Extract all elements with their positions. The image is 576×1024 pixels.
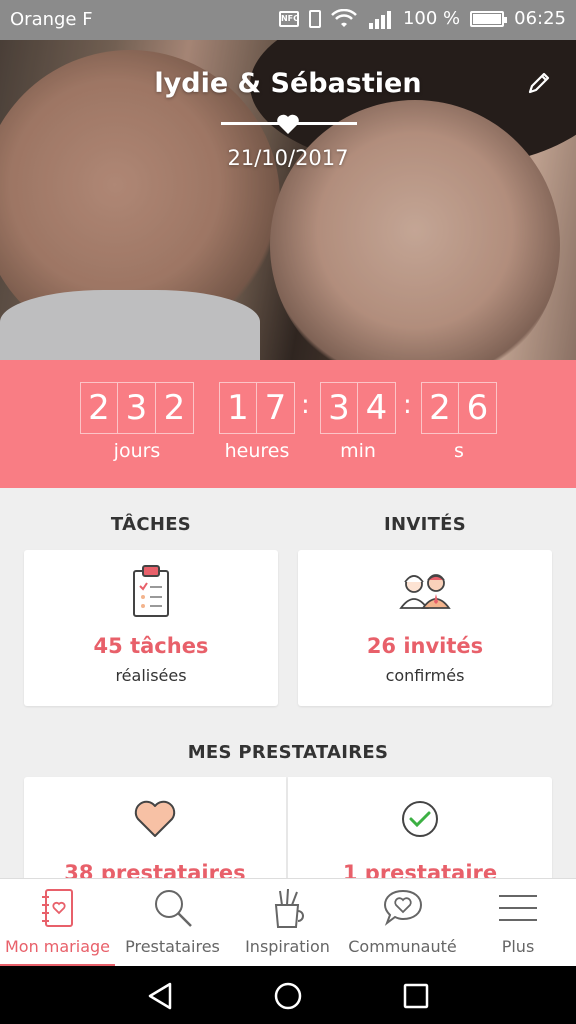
countdown-days: 2 3 2 bbox=[80, 382, 194, 434]
tab-prestataires[interactable]: Prestataires bbox=[115, 879, 230, 967]
tab-label: Prestataires bbox=[125, 937, 220, 956]
home-icon[interactable] bbox=[272, 980, 304, 1012]
system-nav-bar bbox=[0, 966, 576, 1024]
guests-count: 26 invités bbox=[366, 634, 484, 658]
vendors-booked-card[interactable]: 1 prestataire bbox=[288, 777, 552, 878]
countdown-separator: : bbox=[301, 390, 310, 420]
chat-heart-icon bbox=[383, 889, 422, 926]
guests-icon bbox=[399, 574, 451, 609]
tab-label: Plus bbox=[501, 937, 535, 956]
recents-icon[interactable] bbox=[400, 980, 432, 1012]
vendors-title: MES PRESTATAIRES bbox=[187, 742, 389, 763]
vibrate-icon bbox=[308, 9, 321, 28]
wifi-icon bbox=[331, 8, 357, 27]
guests-sub: confirmés bbox=[385, 666, 465, 685]
tab-communaute[interactable]: Communauté bbox=[345, 879, 460, 967]
battery-icon bbox=[470, 10, 508, 27]
wedding-date: 21/10/2017 bbox=[227, 146, 349, 170]
countdown-digit: 4 bbox=[358, 382, 396, 434]
pencil-cup-icon bbox=[274, 888, 304, 928]
edit-icon[interactable] bbox=[524, 68, 554, 98]
vendors-booked-count: 1 prestataire bbox=[342, 861, 498, 878]
countdown-digit: 2 bbox=[421, 382, 459, 434]
vendors-saved-card[interactable]: 38 prestataires bbox=[24, 777, 286, 878]
countdown-label-days: jours bbox=[113, 440, 161, 462]
tab-label: Inspiration bbox=[245, 937, 330, 956]
countdown-label-minutes: min bbox=[340, 440, 376, 462]
tasks-title: TÂCHES bbox=[110, 514, 192, 535]
couple-photo-header: lydie & Sébastien 21/10/2017 bbox=[0, 40, 576, 360]
check-circle-icon bbox=[402, 801, 438, 837]
wedding-countdown: 2 3 2 1 7 : 3 4 : 2 6 jours heures min s bbox=[0, 360, 576, 488]
tasks-sub: réalisées bbox=[115, 666, 187, 685]
countdown-digit: 1 bbox=[219, 382, 257, 434]
signal-icon bbox=[368, 10, 391, 29]
dashboard-content: TÂCHES INVITÉS 45 tâches réalisées 26 in… bbox=[0, 488, 576, 878]
countdown-hours: 1 7 bbox=[219, 382, 295, 434]
countdown-label-hours: heures bbox=[224, 440, 290, 462]
guests-card[interactable]: 26 invités confirmés bbox=[298, 550, 552, 706]
search-icon bbox=[154, 890, 192, 927]
back-icon[interactable] bbox=[144, 980, 176, 1012]
carrier-name: Orange F bbox=[10, 9, 93, 30]
guests-title: INVITÉS bbox=[383, 514, 467, 535]
battery-percent: 100 % bbox=[402, 8, 461, 29]
heart-outline-icon bbox=[134, 800, 176, 837]
tab-inspiration[interactable]: Inspiration bbox=[230, 879, 345, 967]
tab-label: Mon mariage bbox=[4, 937, 111, 956]
heart-icon bbox=[277, 114, 299, 134]
vendors-saved-count: 38 prestataires bbox=[64, 861, 246, 878]
countdown-separator: : bbox=[403, 390, 412, 420]
tab-mon-mariage[interactable]: Mon mariage bbox=[0, 879, 115, 967]
notebook-icon bbox=[41, 889, 73, 927]
countdown-seconds: 2 6 bbox=[421, 382, 497, 434]
menu-icon bbox=[499, 895, 537, 921]
countdown-label-seconds: s bbox=[454, 440, 464, 462]
tab-label: Communauté bbox=[348, 937, 457, 956]
countdown-digit: 7 bbox=[257, 382, 295, 434]
clock: 06:25 bbox=[514, 8, 566, 29]
tab-plus[interactable]: Plus bbox=[460, 879, 576, 967]
countdown-digit: 3 bbox=[118, 382, 156, 434]
couple-name: lydie & Sébastien bbox=[154, 68, 422, 99]
countdown-minutes: 3 4 bbox=[320, 382, 396, 434]
bottom-tab-bar: Mon mariage Prestataires Inspiration Com… bbox=[0, 878, 576, 967]
countdown-digit: 6 bbox=[459, 382, 497, 434]
countdown-digit: 3 bbox=[320, 382, 358, 434]
countdown-digit: 2 bbox=[80, 382, 118, 434]
nfc-icon: NFC bbox=[278, 10, 299, 27]
status-bar: Orange F NFC 100 % 06:25 bbox=[0, 0, 576, 40]
countdown-digit: 2 bbox=[156, 382, 194, 434]
tasks-card[interactable]: 45 tâches réalisées bbox=[24, 550, 278, 706]
clipboard-icon bbox=[133, 565, 169, 617]
tasks-count: 45 tâches bbox=[93, 634, 209, 658]
status-icons: NFC 100 % 06:25 bbox=[278, 8, 566, 29]
